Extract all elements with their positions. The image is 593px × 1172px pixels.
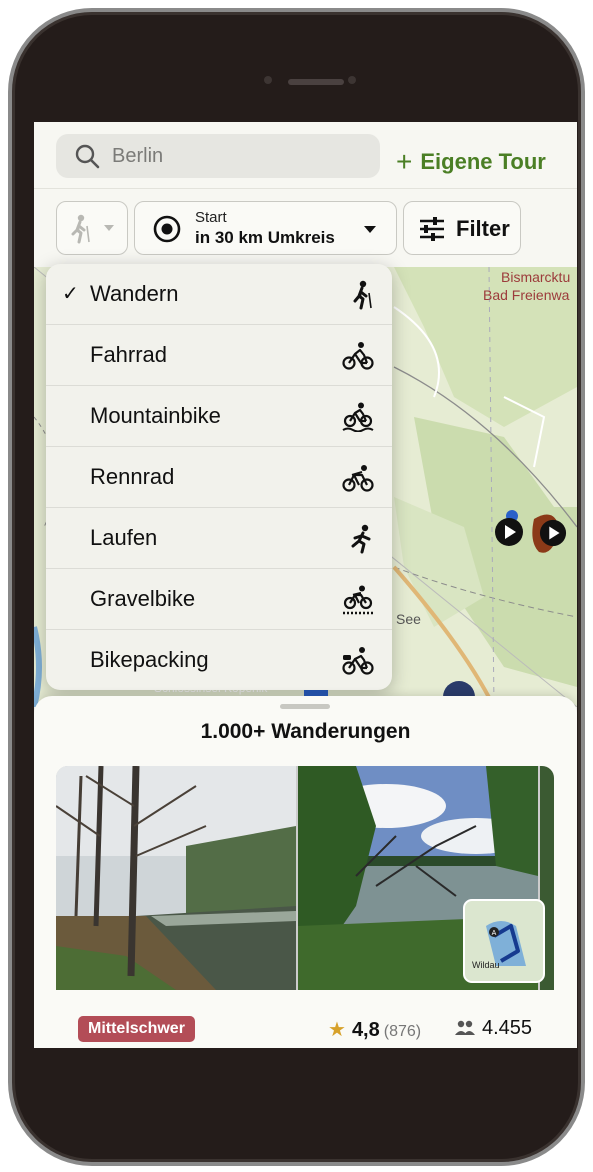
location-target-icon — [153, 215, 181, 243]
tour-visitors: 4.455 — [454, 1017, 532, 1040]
map-label: See — [396, 611, 421, 627]
own-tour-button[interactable]: + Eigene Tour — [396, 144, 546, 177]
results-bottom-sheet[interactable]: 1.000+ Wanderungen A Wildau Mittelschwer… — [34, 696, 577, 1048]
app-screen: Berlin + Eigene Tour Start in 30 km Umkre… — [34, 122, 577, 1048]
roadbike-icon — [342, 465, 374, 492]
tour-photo-canal: A — [56, 766, 554, 990]
camera-dot — [348, 76, 356, 84]
menu-item-mountainbike[interactable]: Mountainbike — [46, 386, 392, 447]
plus-icon: + — [396, 146, 413, 177]
rating-value: 4,8 — [351, 1019, 380, 1041]
sheet-grabber-handle[interactable] — [280, 704, 330, 709]
menu-item-laufen[interactable]: Laufen — [46, 508, 392, 569]
search-bar-row: Berlin + Eigene Tour — [34, 122, 577, 189]
menu-item-fahrrad[interactable]: Fahrrad — [46, 325, 392, 386]
filter-button[interactable]: Filter — [403, 201, 521, 255]
search-field[interactable]: Berlin — [56, 134, 380, 178]
mountainbike-icon — [342, 402, 374, 432]
sensor-dot — [264, 76, 272, 84]
start-label: Start — [195, 209, 227, 226]
bike-icon — [342, 342, 374, 370]
menu-item-label: Fahrrad — [90, 342, 168, 367]
activity-type-dropdown[interactable] — [56, 201, 128, 255]
visitor-count: 4.455 — [482, 1017, 533, 1039]
bikepacking-icon — [342, 647, 374, 675]
tour-rating: ★ 4,8 (876) — [328, 1017, 421, 1042]
map-label: Bismarcktu — [501, 269, 571, 285]
filter-chip-row: Start in 30 km Umkreis Filter — [34, 189, 577, 267]
menu-item-label: Gravelbike — [90, 586, 196, 611]
results-count-title: 1.000+ Wanderungen — [200, 720, 411, 743]
checkmark-icon: ✓ — [62, 283, 79, 305]
people-icon — [455, 1020, 475, 1035]
tour-photo-carousel[interactable]: A Wildau — [56, 766, 554, 990]
own-tour-label: Eigene Tour — [420, 149, 546, 174]
chevron-down-icon — [104, 225, 114, 231]
radius-label: in 30 km Umkreis — [195, 228, 335, 247]
filter-sliders-icon — [420, 217, 444, 241]
map-label: Bad Freienwa — [483, 287, 570, 303]
search-icon — [75, 144, 100, 169]
menu-item-rennrad[interactable]: Rennrad — [46, 447, 392, 508]
menu-item-label: Mountainbike — [90, 403, 221, 428]
filter-label: Filter — [456, 216, 510, 241]
search-input-value[interactable]: Berlin — [112, 145, 163, 168]
chevron-down-icon — [364, 226, 376, 233]
menu-item-label: Wandern — [90, 281, 179, 306]
menu-item-label: Laufen — [90, 525, 158, 550]
hiking-icon — [353, 280, 372, 310]
running-icon — [351, 524, 371, 554]
menu-item-gravelbike[interactable]: Gravelbike — [46, 569, 392, 630]
gravelbike-icon — [343, 585, 373, 615]
menu-item-label: Bikepacking — [90, 647, 209, 672]
menu-item-bikepacking[interactable]: Bikepacking — [46, 630, 392, 690]
rating-count: (876) — [383, 1023, 422, 1040]
menu-item-label: Rennrad — [90, 464, 175, 489]
difficulty-badge: Mittelschwer — [78, 1016, 195, 1042]
map-thumb-label: Wildau — [472, 960, 500, 970]
activity-dropdown-menu: ✓ Wandern Fahrrad Mountainbike Rennrad L… — [46, 264, 392, 690]
svg-text:A: A — [492, 930, 497, 937]
hiking-icon — [71, 214, 90, 244]
menu-item-wandern[interactable]: ✓ Wandern — [46, 264, 392, 325]
star-icon: ★ — [328, 1019, 346, 1041]
map-marker-play-icon[interactable] — [539, 519, 567, 547]
earpiece-speaker — [288, 79, 344, 85]
start-radius-dropdown[interactable]: Start in 30 km Umkreis — [134, 201, 397, 255]
map-marker-play-icon[interactable] — [494, 517, 524, 547]
